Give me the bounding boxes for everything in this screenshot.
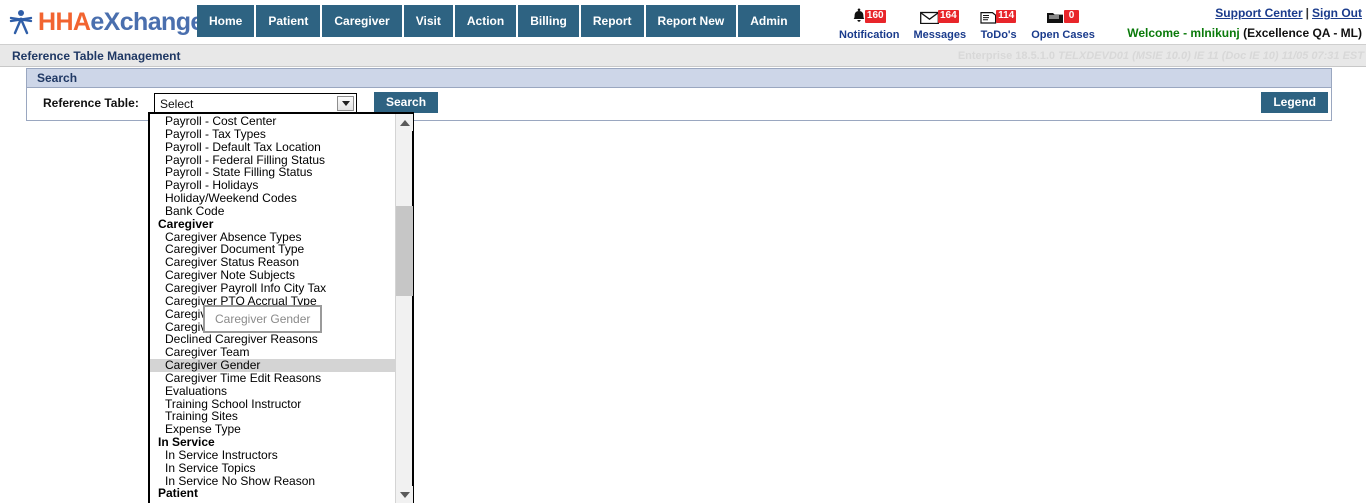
search-panel-header: Search [27, 69, 1331, 88]
clipboard-icon [980, 10, 997, 28]
dropdown-option[interactable]: Payroll - Default Tax Location [150, 140, 395, 154]
nav-item-action[interactable]: Action [454, 5, 517, 37]
logo-text-hha: HHA [38, 8, 91, 36]
chevron-down-icon[interactable] [337, 96, 354, 111]
page-title-bar: Reference Table Management Enterprise 18… [0, 44, 1366, 67]
enterprise-environment: TELXDEVD01 (MSIE 10.0) IE 11 (Doc IE 10)… [1058, 50, 1364, 62]
logo-wordmark: HHAeXchange [38, 9, 204, 35]
notification-indicator[interactable]: 160 Notification [832, 8, 907, 42]
enterprise-info: Enterprise 18.5.1.0 TELXDEVD01 (MSIE 10.… [958, 50, 1364, 62]
nav-item-report-new[interactable]: Report New [645, 5, 737, 37]
main-navigation: Home Patient Caregiver Visit Action Bill… [197, 5, 800, 37]
todos-indicator[interactable]: 114 ToDo's [973, 8, 1024, 42]
reference-table-select[interactable]: Select [154, 93, 357, 114]
option-tooltip: Caregiver Gender [203, 305, 323, 333]
dropdown-option[interactable]: Payroll - Cost Center [150, 115, 395, 128]
envelope-icon [920, 10, 939, 28]
page-title: Reference Table Management [12, 49, 181, 63]
folder-icon [1046, 10, 1065, 28]
alert-indicators: 160 Notification 164 Messages 114 ToDo's… [832, 4, 1102, 42]
dropdown-option[interactable]: Payroll - Tax Types [150, 127, 395, 141]
todos-label: ToDo's [980, 29, 1017, 41]
dropdown-option[interactable]: Bank Code [150, 205, 395, 218]
dropdown-option[interactable]: In Service Topics [150, 461, 395, 475]
logo-text-exchange: eXchange [90, 8, 204, 36]
bell-icon [852, 8, 866, 28]
dropdown-group-header: Patient [158, 486, 199, 501]
reference-table-select-value: Select [160, 97, 194, 111]
nav-item-home[interactable]: Home [197, 5, 255, 37]
dropdown-option[interactable]: Caregiver Payroll Info City Tax [150, 282, 395, 295]
nav-item-patient[interactable]: Patient [256, 5, 321, 37]
enterprise-version: Enterprise 18.5.1.0 [957, 50, 1056, 62]
messages-count-badge: 164 [937, 10, 959, 23]
messages-indicator[interactable]: 164 Messages [907, 8, 974, 42]
link-separator: | [1305, 6, 1309, 20]
app-logo[interactable]: HHAeXchange [8, 7, 204, 37]
dropdown-scrollbar[interactable] [395, 114, 413, 503]
nav-item-visit[interactable]: Visit [403, 5, 453, 37]
notification-label: Notification [839, 29, 900, 41]
dropdown-option[interactable]: Caregiver Time Edit Reasons [150, 372, 395, 385]
open-cases-label: Open Cases [1031, 29, 1095, 41]
open-cases-count-badge: 0 [1064, 10, 1080, 23]
scroll-up-arrow-icon[interactable] [396, 114, 413, 131]
dropdown-option[interactable]: Caregiver Gender [150, 359, 395, 372]
dropdown-option[interactable]: Holiday/Weekend Codes [150, 192, 395, 205]
top-bar: HHAeXchange Home Patient Caregiver Visit… [0, 0, 1366, 44]
nav-item-report[interactable]: Report [580, 5, 644, 37]
dropdown-option[interactable]: Evaluations [150, 384, 395, 398]
open-cases-indicator[interactable]: 0 Open Cases [1024, 8, 1102, 42]
nav-item-caregiver[interactable]: Caregiver [322, 5, 402, 37]
dropdown-group-header: In Service [158, 435, 215, 450]
todos-count-badge: 114 [996, 10, 1017, 23]
welcome-row: Welcome - mlnikunj (Excellence QA - ML) [1127, 26, 1362, 40]
dropdown-option[interactable]: In Service Instructors [150, 449, 395, 462]
support-center-link[interactable]: Support Center [1215, 6, 1302, 20]
nav-item-billing[interactable]: Billing [518, 5, 579, 37]
reference-table-label: Reference Table: [43, 96, 139, 110]
scrollbar-thumb[interactable] [396, 206, 413, 296]
nav-item-admin[interactable]: Admin [738, 5, 800, 37]
sign-out-link[interactable]: Sign Out [1312, 6, 1362, 20]
welcome-organization: (Excellence QA - ML) [1243, 26, 1362, 40]
welcome-username: Welcome - mlnikunj [1127, 26, 1240, 40]
dropdown-group-header: Caregiver [158, 216, 214, 231]
scroll-down-arrow-icon[interactable] [396, 486, 413, 503]
messages-label: Messages [913, 29, 967, 41]
search-button[interactable]: Search [374, 92, 439, 113]
notification-count-badge: 160 [864, 10, 886, 23]
top-right-links: Support Center | Sign Out Welcome - mlniku… [1127, 6, 1362, 40]
hhaexchange-person-icon [8, 9, 34, 35]
account-links-row: Support Center | Sign Out [1127, 6, 1362, 20]
legend-button[interactable]: Legend [1261, 92, 1328, 113]
